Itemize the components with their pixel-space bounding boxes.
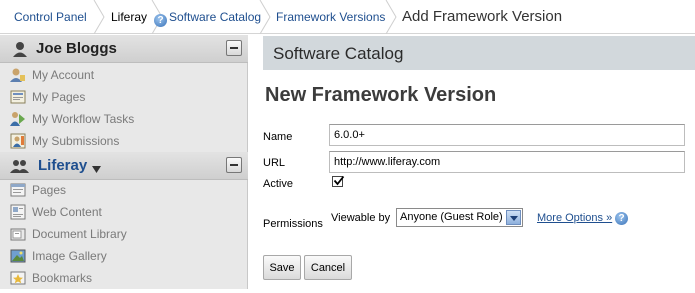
section-title: Software Catalog [273,44,404,63]
collapse-icon[interactable] [226,157,242,173]
breadcrumb-separator-icon [259,0,271,34]
sidebar-item-label: Web Content [32,205,102,219]
sidebar-item-my-account[interactable]: My Account [0,64,248,86]
pages-icon [10,89,26,105]
breadcrumb: Control Panel Liferay Software Catalog F… [0,0,695,34]
account-icon [10,67,26,83]
sidebar-item-label: My Pages [32,90,86,104]
cancel-button[interactable]: Cancel [304,255,352,280]
name-field[interactable] [329,124,685,146]
viewable-by-value: Anyone (Guest Role) [400,211,503,223]
sidebar-item-label: Pages [32,183,67,197]
collapse-icon[interactable] [226,40,242,56]
sidebar-item-my-submissions[interactable]: My Submissions [0,130,248,152]
save-button[interactable]: Save [263,255,301,280]
sidebar-item-my-pages[interactable]: My Pages [0,86,248,108]
sidebar: Joe Bloggs My Account My Pages My Workfl… [0,35,248,289]
sidebar-item-label: My Account [32,68,95,82]
breadcrumb-software-catalog[interactable]: Software Catalog [169,0,261,34]
section-header: Software Catalog [263,36,695,70]
document-library-icon [10,226,26,242]
sidebar-item-label: Bookmarks [32,271,93,285]
submissions-icon [10,133,26,149]
breadcrumb-separator-icon [93,0,105,34]
sidebar-user-title: Joe Bloggs [36,40,117,57]
sidebar-item-pages[interactable]: Pages [0,179,248,201]
sidebar-item-my-workflow-tasks[interactable]: My Workflow Tasks [0,108,248,130]
breadcrumb-liferay[interactable]: Liferay [111,0,147,34]
permissions-label: Permissions [263,218,323,230]
help-icon[interactable]: ? [154,14,167,27]
sidebar-site-title: Liferay [38,157,88,174]
url-field[interactable] [329,151,685,173]
sidebar-item-image-gallery[interactable]: Image Gallery [0,245,248,267]
breadcrumb-control-panel[interactable]: Control Panel [14,0,87,34]
more-options-link[interactable]: More Options » [537,212,612,224]
workflow-icon [10,111,26,127]
url-label: URL [263,157,286,169]
active-checkbox[interactable] [332,175,345,187]
sidebar-item-label: Image Gallery [32,249,107,263]
form-title: New Framework Version [265,84,497,106]
breadcrumb-framework-versions[interactable]: Framework Versions [276,0,385,34]
chevron-down-icon[interactable] [506,210,521,225]
group-icon [10,159,30,176]
page-icon [10,182,26,198]
breadcrumb-current-page: Add Framework Version [402,8,563,25]
checkmark-icon [333,175,345,186]
bookmarks-icon [10,270,26,286]
viewable-by-select[interactable]: Anyone (Guest Role) [396,208,523,227]
sidebar-header-site[interactable]: Liferay [0,152,248,180]
sidebar-item-label: My Submissions [32,134,120,148]
user-icon [12,41,28,60]
sidebar-header-user[interactable]: Joe Bloggs [0,35,248,63]
sidebar-item-label: Document Library [32,227,127,241]
image-gallery-icon [10,248,26,264]
sidebar-item-web-content[interactable]: Web Content [0,201,248,223]
active-label: Active [263,178,293,190]
web-content-icon [10,204,26,220]
viewable-by-label: Viewable by [331,212,391,224]
help-icon[interactable]: ? [615,212,628,225]
dropdown-arrow-icon[interactable] [92,163,102,177]
sidebar-item-bookmarks[interactable]: Bookmarks [0,267,248,289]
sidebar-item-label: My Workflow Tasks [32,112,135,126]
breadcrumb-separator-icon [385,0,397,34]
sidebar-item-document-library[interactable]: Document Library [0,223,248,245]
name-label: Name [263,131,293,143]
